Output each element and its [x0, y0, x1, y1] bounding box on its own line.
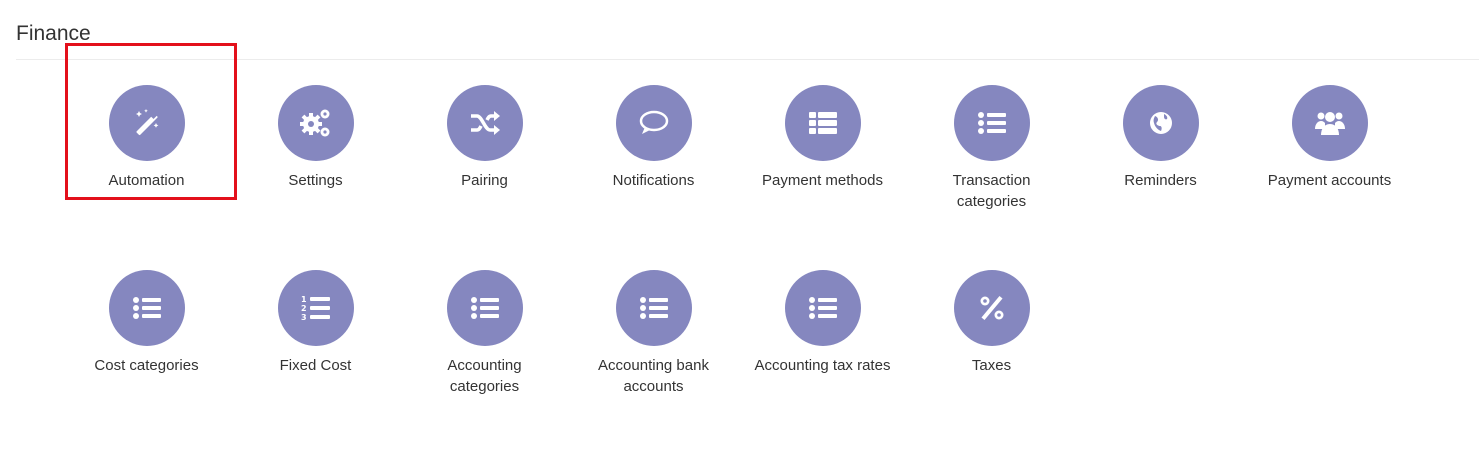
tile-label: Accounting bank accounts	[598, 357, 709, 395]
tile-payment-accounts[interactable]: Payment accounts	[1245, 85, 1414, 270]
tile-label: Notifications	[612, 172, 695, 189]
list-icon	[108, 270, 185, 346]
tile-label: Accounting tax rates	[754, 357, 891, 374]
tile-label: Accounting categories	[447, 357, 522, 395]
svg-text:2: 2	[301, 304, 307, 313]
percent-icon	[953, 270, 1030, 346]
tile-transaction-categories[interactable]: Transaction categories	[907, 85, 1076, 270]
globe-icon	[1122, 85, 1199, 161]
magic-wand-icon	[108, 85, 185, 161]
list-icon	[953, 85, 1030, 161]
tile-accounting-tax-rates[interactable]: Accounting tax rates	[738, 270, 907, 455]
tile-label: Payment methods	[762, 172, 883, 189]
tile-row: Cost categories 1 2 3 Fixed Cost Account…	[62, 270, 1414, 455]
ordered-list-icon: 1 2 3	[277, 270, 354, 346]
tile-label: Reminders	[1124, 172, 1197, 189]
list-icon	[784, 85, 861, 161]
tile-fixed-cost[interactable]: 1 2 3 Fixed Cost	[231, 270, 400, 455]
tile-pairing[interactable]: Pairing	[400, 85, 569, 270]
users-icon	[1291, 85, 1368, 161]
tile-label: Automation	[108, 172, 185, 189]
gears-icon	[277, 85, 354, 161]
page-title: Finance	[16, 22, 91, 46]
tile-taxes[interactable]: Taxes	[907, 270, 1076, 455]
list-icon	[784, 270, 861, 346]
svg-text:3: 3	[301, 313, 307, 322]
tile-label: Transaction categories	[952, 172, 1031, 210]
finance-tile-grid: Automation Settings Pairing Notification…	[62, 85, 1414, 455]
tile-settings[interactable]: Settings	[231, 85, 400, 270]
speech-bubble-icon	[615, 85, 692, 161]
tile-label: Cost categories	[94, 357, 199, 374]
tile-label: Fixed Cost	[279, 357, 352, 374]
tile-label: Payment accounts	[1267, 172, 1392, 189]
tile-payment-methods[interactable]: Payment methods	[738, 85, 907, 270]
tile-notifications[interactable]: Notifications	[569, 85, 738, 270]
list-icon	[615, 270, 692, 346]
tile-row: Automation Settings Pairing Notification…	[62, 85, 1414, 270]
tile-reminders[interactable]: Reminders	[1076, 85, 1245, 270]
tile-label: Taxes	[971, 357, 1012, 374]
tile-accounting-bank-accounts[interactable]: Accounting bank accounts	[569, 270, 738, 455]
tile-automation[interactable]: Automation	[62, 85, 231, 270]
tile-label: Settings	[288, 172, 343, 189]
divider	[16, 59, 1479, 60]
tile-accounting-categories[interactable]: Accounting categories	[400, 270, 569, 455]
shuffle-icon	[446, 85, 523, 161]
svg-text:1: 1	[301, 295, 307, 304]
tile-cost-categories[interactable]: Cost categories	[62, 270, 231, 455]
tile-label: Pairing	[461, 172, 508, 189]
list-icon	[446, 270, 523, 346]
